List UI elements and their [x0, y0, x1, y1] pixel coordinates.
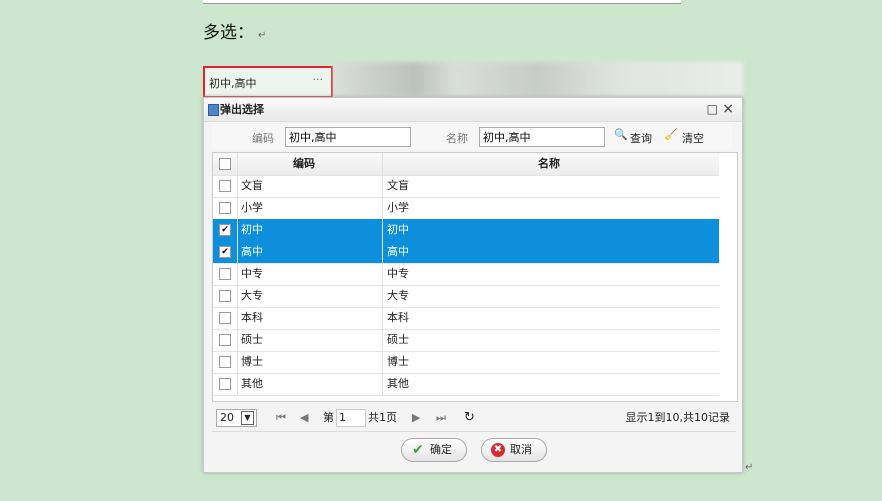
row-checkbox[interactable] [219, 334, 231, 346]
row-checkbox[interactable] [219, 378, 231, 390]
end-mark: ↵ [745, 462, 754, 473]
cell-name: 大专 [387, 289, 409, 302]
row-checkbox[interactable] [219, 290, 231, 302]
window-icon [208, 104, 219, 116]
cancel-button[interactable]: ✖ 取消 [481, 438, 547, 462]
cell-code: 高中 [241, 245, 263, 258]
cell-code: 小学 [241, 201, 263, 214]
table-row[interactable]: 中专 中专 [213, 263, 719, 286]
table-row[interactable]: 本科 本科 [213, 307, 719, 330]
pagination-bar: 20 ▼ ⏮ ◀ 第 1 共1页 ▶ ⏭ ↻ 显示1到10,共10记录 [212, 405, 736, 432]
row-checkbox[interactable]: ✔ [219, 246, 231, 258]
cell-code: 大专 [241, 289, 263, 302]
cell-code: 其他 [241, 377, 263, 390]
prev-page-icon[interactable]: ◀ [300, 405, 308, 431]
more-button[interactable]: ··· [313, 73, 324, 86]
query-button[interactable]: 查询 [630, 130, 652, 146]
cell-name: 初中 [387, 223, 409, 236]
ok-button[interactable]: ✔ 确定 [401, 438, 467, 462]
search-icon: 🔍 [614, 128, 628, 141]
data-grid: 编码 名称 文盲 文盲 小学 小学 ✔ 初中 初中 ✔ 高中 高中 中专 中专 大专 大专 本科 本科 硕士 硕士… [212, 152, 738, 402]
select-all-checkbox[interactable] [219, 158, 231, 170]
table-row[interactable]: 博士 博士 [213, 351, 719, 374]
first-page-icon[interactable]: ⏮ [276, 405, 286, 431]
cell-code: 硕士 [241, 333, 263, 346]
broom-icon: 🧹 [664, 128, 678, 141]
cell-name: 本科 [387, 311, 409, 324]
cell-name: 小学 [387, 201, 409, 214]
maximize-icon[interactable]: □ [707, 98, 718, 121]
cancel-icon: ✖ [491, 443, 505, 457]
table-row[interactable]: 小学 小学 [213, 197, 719, 220]
row-checkbox[interactable]: ✔ [219, 224, 231, 236]
cell-name: 高中 [387, 245, 409, 258]
table-row[interactable]: 文盲 文盲 [213, 175, 719, 198]
cell-code: 本科 [241, 311, 263, 324]
grid-header: 编码 名称 [213, 153, 719, 176]
page-prefix: 第 [323, 411, 334, 424]
close-icon[interactable]: × [722, 98, 734, 121]
row-checkbox[interactable] [219, 268, 231, 280]
dialog-titlebar: 弹出选择 □ × [204, 98, 742, 122]
cell-code: 文盲 [241, 179, 263, 192]
cell-code: 初中 [241, 223, 263, 236]
row-checkbox[interactable] [219, 202, 231, 214]
cell-name: 其他 [387, 377, 409, 390]
name-label: 名称 [446, 132, 468, 145]
check-icon: ✔ [412, 442, 424, 458]
cell-code: 博士 [241, 355, 263, 368]
table-row[interactable]: 其他 其他 [213, 373, 719, 396]
cell-name: 硕士 [387, 333, 409, 346]
row-checkbox[interactable] [219, 356, 231, 368]
refresh-icon[interactable]: ↻ [464, 405, 475, 431]
row-checkbox[interactable] [219, 312, 231, 324]
last-page-icon[interactable]: ⏭ [436, 405, 446, 431]
multi-select-field[interactable]: 初中,高中 ··· [203, 66, 333, 98]
blurred-area [333, 62, 743, 96]
code-input[interactable] [285, 127, 411, 147]
search-bar: 编码 名称 🔍 查询 🧹 清空 [212, 124, 732, 150]
table-row[interactable]: 大专 大专 [213, 285, 719, 308]
cell-name: 中专 [387, 267, 409, 280]
cell-name: 博士 [387, 355, 409, 368]
column-name[interactable]: 名称 [538, 153, 560, 175]
row-checkbox[interactable] [219, 180, 231, 192]
table-row[interactable]: ✔ 初中 初中 [213, 219, 719, 242]
page-summary: 显示1到10,共10记录 [625, 411, 731, 424]
clear-button[interactable]: 清空 [682, 130, 704, 146]
column-code[interactable]: 编码 [293, 153, 315, 175]
page-input[interactable]: 1 [336, 409, 366, 427]
dialog-title: 弹出选择 [220, 103, 264, 116]
table-row[interactable]: 硕士 硕士 [213, 329, 719, 352]
cell-name: 文盲 [387, 179, 409, 192]
next-page-icon[interactable]: ▶ [412, 405, 420, 431]
page-size-select[interactable]: 20 ▼ [216, 409, 257, 427]
table-row[interactable]: ✔ 高中 高中 [213, 241, 719, 264]
name-input[interactable] [479, 127, 605, 147]
code-label: 编码 [252, 132, 274, 145]
popup-dialog: 弹出选择 □ × 编码 名称 🔍 查询 🧹 清空 编码 名称 文盲 文盲小学 小学 ✔… [203, 97, 743, 473]
multi-select-label: 多选： ↵ [203, 23, 267, 43]
page-total: 共1页 [368, 411, 397, 424]
cell-code: 中专 [241, 267, 263, 280]
document-top-line [203, 0, 681, 4]
chevron-down-icon: ▼ [241, 411, 254, 425]
